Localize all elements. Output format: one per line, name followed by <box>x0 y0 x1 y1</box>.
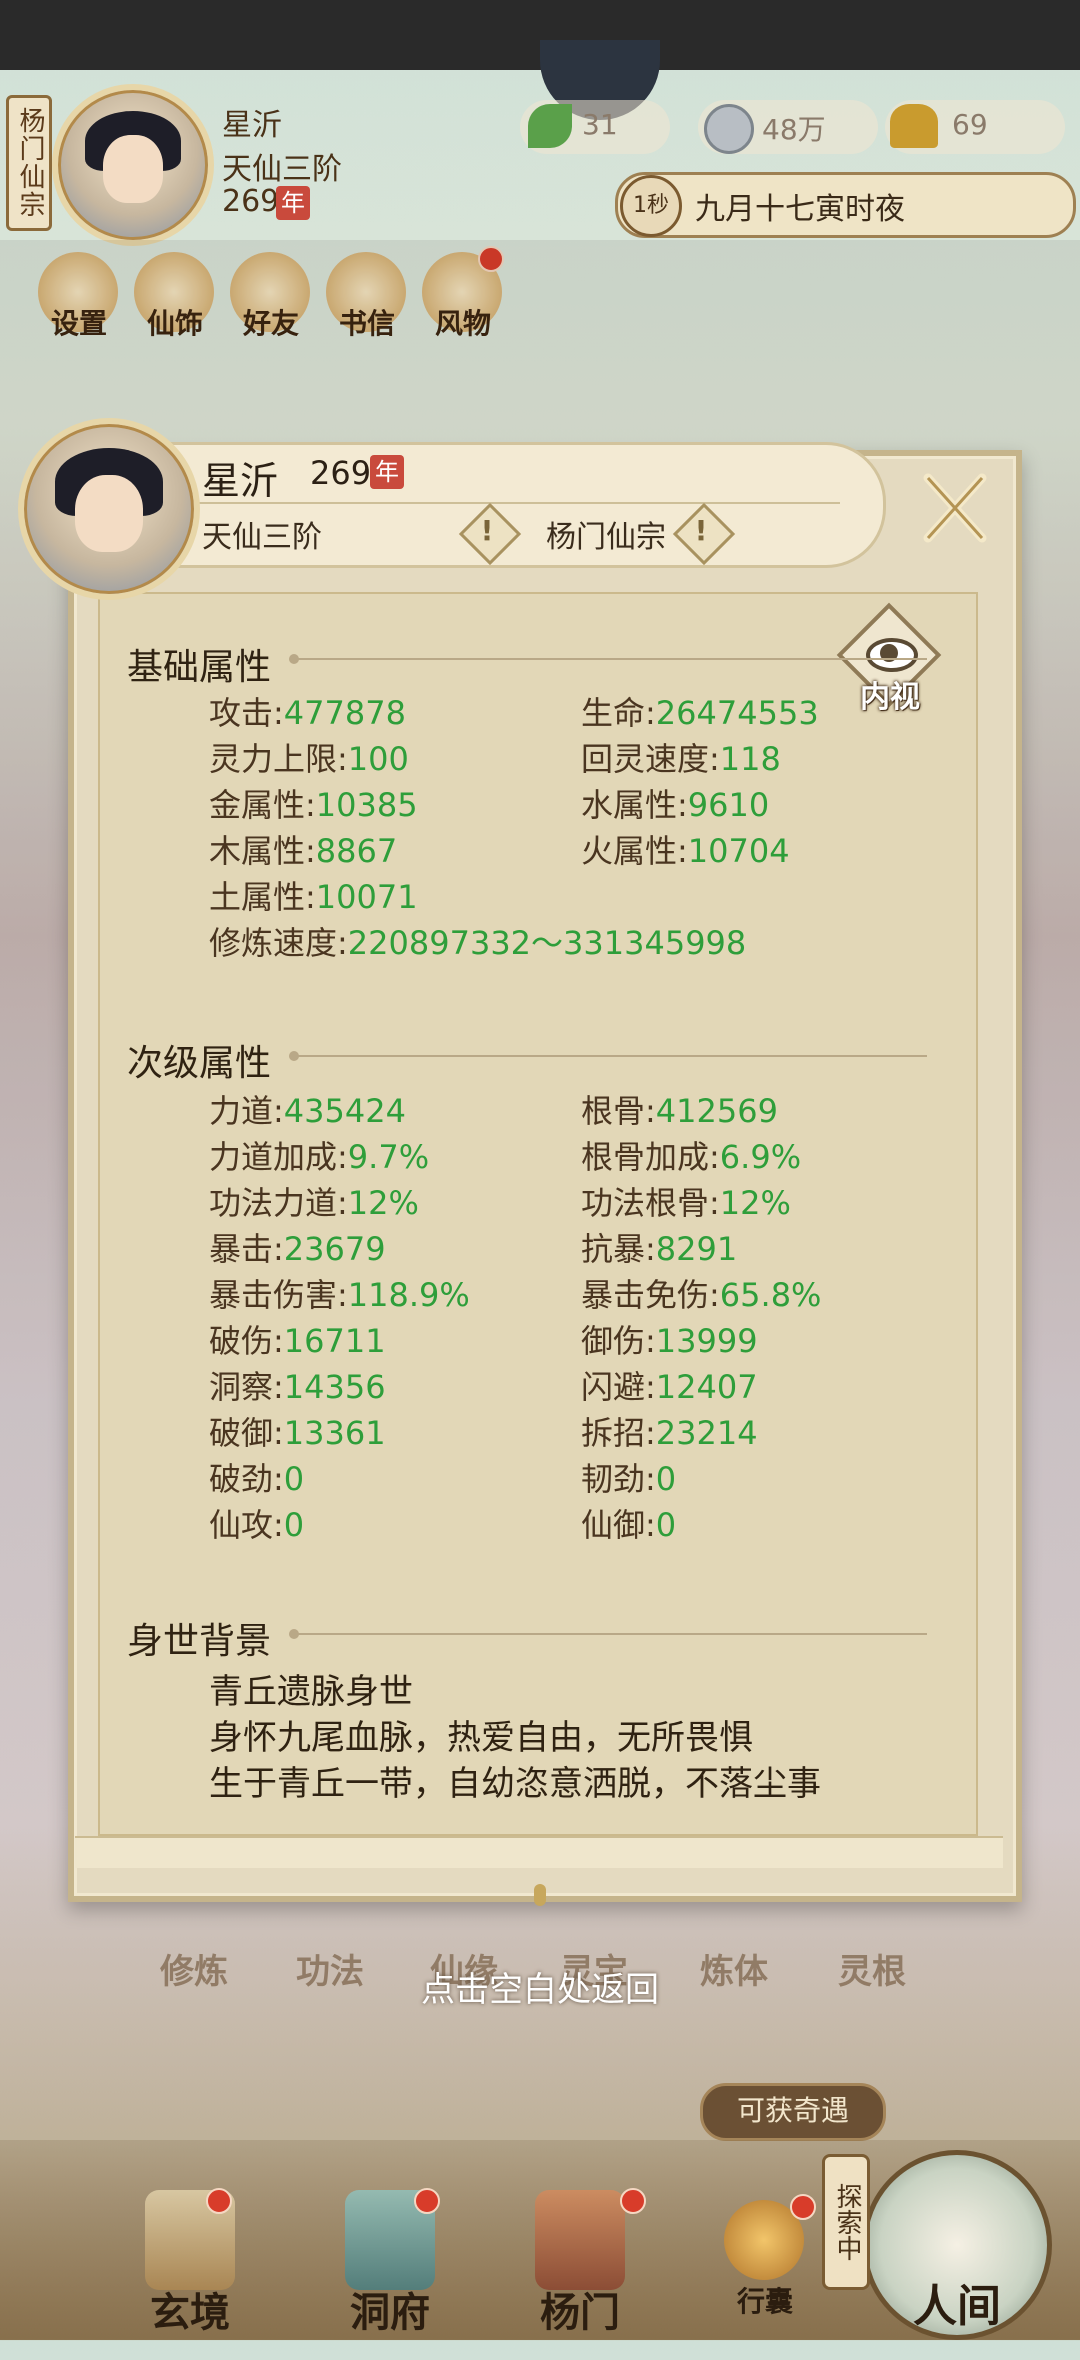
age-unit-badge: 年 <box>276 186 310 220</box>
attr-crit-damage-reduction: 暴击免伤:65.8% <box>581 1276 822 1314</box>
top-realm: 天仙三阶 <box>222 152 342 187</box>
attr-insight: 洞察:14356 <box>209 1368 386 1406</box>
attr-immortal-attack: 仙攻:0 <box>209 1506 305 1544</box>
attr-hp: 生命:26474553 <box>581 694 819 732</box>
attr-spirit-max: 灵力上限:100 <box>209 740 409 778</box>
tap-to-return-hint[interactable]: 点击空白处返回 <box>0 1962 1080 2011</box>
leaf-icon <box>528 104 572 148</box>
panel-bottom-rail <box>75 1836 1003 1868</box>
nav-xuanjing-dot <box>206 2188 232 2214</box>
attr-break-toughness: 破劲:0 <box>209 1460 305 1498</box>
time-text: 九月十七寅时夜 <box>695 192 905 227</box>
nav-dongfu[interactable]: 洞府 <box>310 2160 470 2340</box>
attr-metal: 金属性:10385 <box>209 786 418 824</box>
attr-water: 水属性:9610 <box>581 786 770 824</box>
nav-xuanjing-label: 玄境 <box>150 2290 230 2336</box>
attr-wood: 木属性:8867 <box>209 832 398 870</box>
attr-earth: 土属性:10071 <box>209 878 418 916</box>
panel-realm: 天仙三阶 <box>202 520 322 555</box>
sect-tag[interactable]: 杨门仙宗 <box>6 95 52 231</box>
time-speed-button[interactable]: 1秒 <box>620 175 682 237</box>
basic-attr-divider <box>295 658 927 660</box>
nav-bag-label: 行囊 <box>736 2285 793 2318</box>
coin-icon <box>704 104 754 154</box>
panel-character-name: 星沂 <box>202 459 279 503</box>
panel-age-unit-badge: 年 <box>370 455 404 489</box>
resource-strength-value: 69 <box>952 108 988 141</box>
exploring-tag: 探索中 <box>822 2154 870 2290</box>
attr-crit-damage: 暴击伤害:118.9% <box>209 1276 470 1314</box>
nav-bag[interactable]: 行囊 <box>690 2180 840 2360</box>
resource-coin-value: 48万 <box>762 113 826 146</box>
panel-sect: 杨门仙宗 <box>546 520 666 555</box>
attr-strength: 力道:435424 <box>209 1092 406 1130</box>
top-avatar[interactable] <box>52 84 214 246</box>
resource-leaf-value: 31 <box>582 108 618 141</box>
attr-immortal-defense: 仙御:0 <box>581 1506 677 1544</box>
secondary-attr-divider <box>295 1055 927 1057</box>
attr-fire: 火属性:10704 <box>581 832 790 870</box>
attr-technique-constitution: 功法根骨:12% <box>581 1184 791 1222</box>
attr-attack: 攻击:477878 <box>209 694 406 732</box>
secondary-divider-dot <box>289 1051 299 1061</box>
close-icon[interactable] <box>910 468 1000 548</box>
panel-avatar <box>18 418 200 600</box>
attr-toughness: 韧劲:0 <box>581 1460 677 1498</box>
attr-cultivation-speed: 修炼速度:220897332～331345998 <box>209 924 747 962</box>
background-line: 青丘遗脉身世 <box>209 1672 413 1712</box>
nav-sect-label: 杨门 <box>540 2290 620 2336</box>
realm-info-mark: ! <box>480 514 494 547</box>
nav-dongfu-label: 洞府 <box>350 2290 430 2336</box>
background-divider <box>295 1633 927 1635</box>
background-title: 身世背景 <box>127 1621 272 1662</box>
attr-break-defense: 破御:13361 <box>209 1414 386 1452</box>
attr-parry: 拆招:23214 <box>581 1414 758 1452</box>
nav-sect-dot <box>620 2188 646 2214</box>
nav-sect[interactable]: 杨门 <box>500 2160 660 2340</box>
nav-xuanjing[interactable]: 玄境 <box>110 2160 270 2340</box>
attr-technique-strength: 功法力道:12% <box>209 1184 419 1222</box>
basic-divider-dot <box>289 654 299 664</box>
background-divider-dot <box>289 1629 299 1639</box>
basic-attr-title: 基础属性 <box>127 647 272 688</box>
nav-world[interactable]: 探索中 人间 <box>822 2130 1072 2340</box>
attr-strength-bonus: 力道加成:9.7% <box>209 1138 430 1176</box>
panel-age: 269 <box>310 454 372 492</box>
background-line: 身怀九尾血脉，热爱自由，无所畏惧 <box>209 1718 753 1758</box>
strength-icon <box>890 104 938 148</box>
top-player-name: 星沂 <box>222 108 282 143</box>
panel-bottom-ornament <box>534 1884 546 1906</box>
attr-spirit-regen: 回灵速度:118 <box>581 740 781 778</box>
panel-scroll-area[interactable]: 基础属性 攻击:477878 生命:26474553 灵力上限:100 回灵速度… <box>105 600 971 1828</box>
attr-dodge: 闪避:12407 <box>581 1368 758 1406</box>
header-divider <box>190 502 840 504</box>
attr-pierce: 破伤:16711 <box>209 1322 386 1360</box>
sect-info-mark: ! <box>694 514 708 547</box>
banner-icon <box>535 2190 625 2290</box>
attr-constitution-bonus: 根骨加成:6.9% <box>581 1138 802 1176</box>
nav-dongfu-dot <box>414 2188 440 2214</box>
attr-crit: 暴击:23679 <box>209 1230 386 1268</box>
secondary-attr-title: 次级属性 <box>127 1043 272 1084</box>
attr-crit-resist: 抗暴:8291 <box>581 1230 738 1268</box>
nav-bag-dot <box>790 2194 816 2220</box>
nav-world-label: 人间 <box>913 2281 1001 2332</box>
attr-constitution: 根骨:412569 <box>581 1092 778 1130</box>
background-line: 生于青丘一带，自幼恣意洒脱，不落尘事 <box>209 1764 821 1804</box>
attr-guard: 御伤:13999 <box>581 1322 758 1360</box>
top-age: 269 <box>222 184 280 219</box>
